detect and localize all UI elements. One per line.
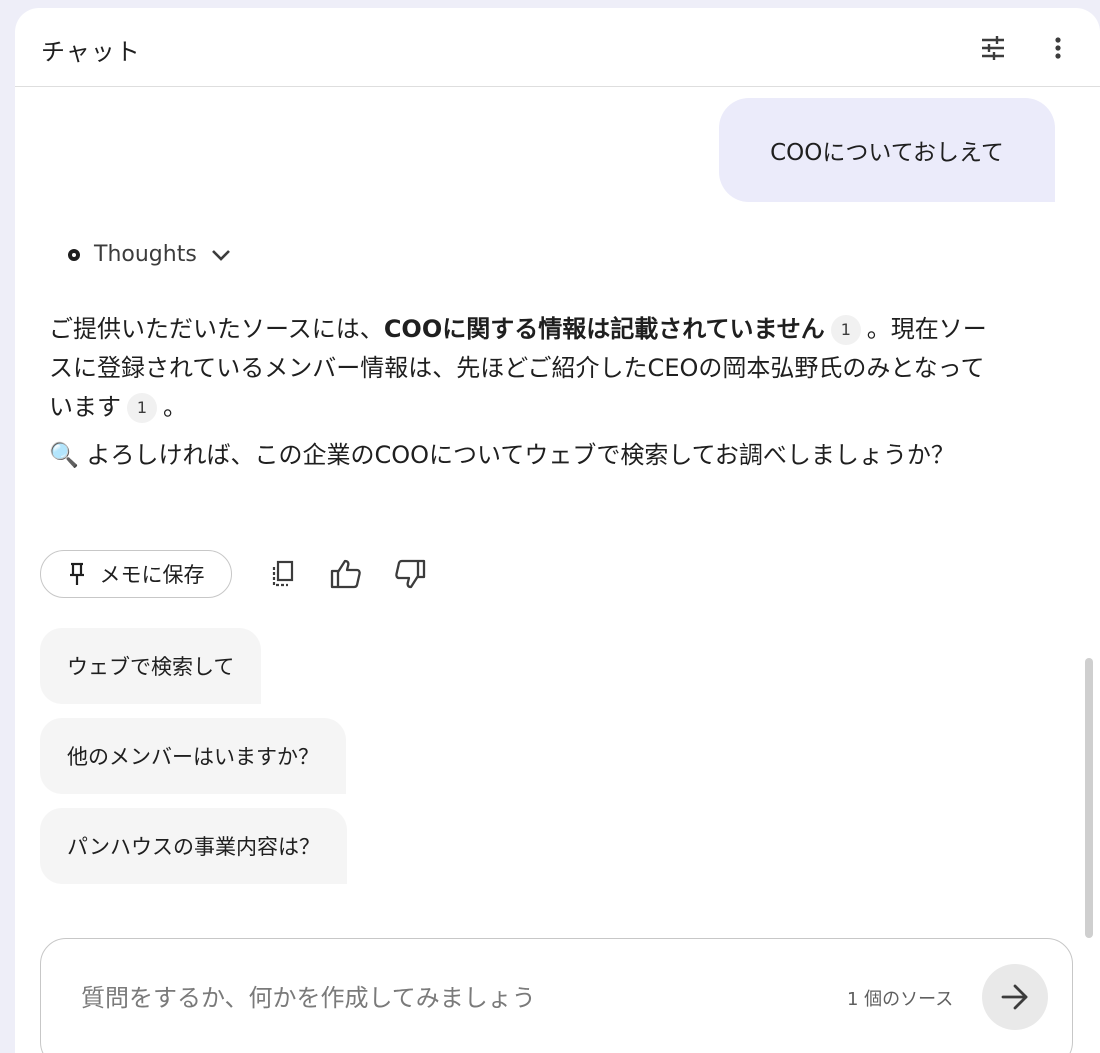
answer-paragraph: ご提供いただいたソースには、COOに関する情報は記載されていません 1 。現在ソース… [49,310,989,427]
user-message-bubble: COOについておしえて [719,98,1055,202]
send-button[interactable] [982,964,1048,1030]
question-input[interactable] [79,977,783,1019]
chat-composer: 1 個のソース [40,938,1073,1053]
suggestion-label: パンハウスの事業内容は？ [67,835,321,859]
thumbs-down-button[interactable] [390,554,430,594]
sliders-icon [982,36,1004,60]
assistant-answer: ご提供いただいたソースには、COOに関する情報は記載されていません 1 。現在ソース… [49,310,989,475]
citation-chip[interactable]: 1 [830,315,861,345]
chat-panel: チャット COOについておしえて Thoughts ご提供いただいたソースには、… [15,8,1100,1053]
scrollbar[interactable] [1085,658,1093,938]
pin-icon [69,562,84,585]
chat-header: チャット [15,8,1100,87]
suggestion-label: ウェブで検索して [67,655,235,679]
thoughts-toggle[interactable]: Thoughts [68,242,231,267]
answer-bold-text: COOに関する情報は記載されていません [383,315,825,343]
settings-sliders-button[interactable] [975,30,1011,66]
thoughts-dot-icon [68,248,80,261]
source-count: 1 個のソース [847,989,954,1010]
user-message-text: COOについておしえて [770,140,1004,166]
more-options-button[interactable] [1040,30,1076,66]
thumbs-down-icon [395,559,426,589]
page-title: チャット [41,38,141,66]
answer-text: 。 [163,393,187,421]
suggestion-chip[interactable]: パンハウスの事業内容は？ [40,808,348,884]
suggestion-chip[interactable]: ウェブで検索して [40,628,262,704]
thoughts-label: Thoughts [94,242,197,267]
copy-button[interactable] [262,554,302,594]
save-to-note-label: メモに保存 [99,563,205,587]
more-vert-icon [1055,37,1061,59]
suggestion-chip[interactable]: 他のメンバーはいますか？ [40,718,346,794]
suggestion-label: 他のメンバーはいますか？ [67,745,319,769]
save-to-note-button[interactable]: メモに保存 [40,550,232,598]
thumbs-up-icon [330,559,361,589]
answer-paragraph: 🔍 よろしければ、この企業のCOOについてウェブで検索してお調べしましょうか？ [49,441,955,469]
citation-chip[interactable]: 1 [127,393,157,423]
chevron-down-icon [211,249,230,261]
answer-text: ご提供いただいたソースには、 [49,315,384,343]
arrow-right-icon [1001,984,1028,1010]
thumbs-up-button[interactable] [326,554,366,594]
answer-actions: メモに保存 [40,548,430,600]
copy-icon [272,560,294,587]
